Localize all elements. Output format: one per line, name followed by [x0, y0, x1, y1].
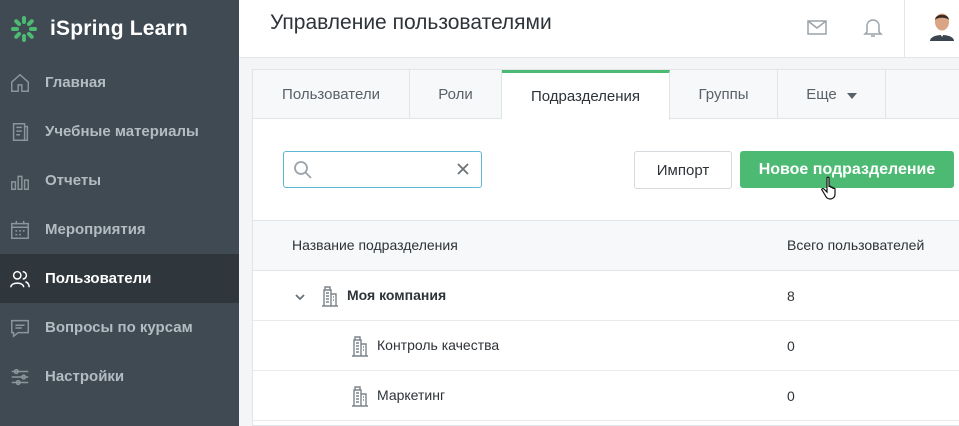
tab-label: Подразделения: [530, 88, 641, 105]
bell-icon[interactable]: [861, 15, 885, 39]
tab-label: Группы: [698, 86, 749, 103]
users-icon: [8, 267, 32, 291]
table-row[interactable]: Моя компания 8: [253, 271, 959, 321]
calendar-icon: [8, 218, 32, 242]
content-area: Пользователи Роли Подразделения Группы Е…: [239, 58, 959, 426]
tab-label: Роли: [438, 86, 473, 103]
bar-chart-icon: [8, 169, 32, 193]
column-header-name: Название подразделения: [292, 237, 458, 253]
avatar[interactable]: [927, 9, 957, 41]
search-box[interactable]: [283, 151, 482, 188]
brand[interactable]: iSpring Learn: [0, 0, 239, 58]
page-title: Управление пользователями: [270, 11, 552, 34]
book-icon: [8, 120, 32, 144]
department-name[interactable]: Контроль качества: [377, 337, 499, 353]
user-count: 8: [787, 288, 795, 304]
tab-departments[interactable]: Подразделения: [502, 70, 670, 120]
tab-groups[interactable]: Группы: [670, 70, 778, 119]
user-count: 0: [787, 388, 795, 404]
sidebar-item-label: Мероприятия: [45, 221, 146, 238]
import-button[interactable]: Импорт: [634, 151, 732, 189]
sidebar-item-settings[interactable]: Настройки: [0, 352, 239, 401]
sidebar-item-label: Пользователи: [45, 270, 152, 287]
user-count: 0: [787, 338, 795, 354]
chat-icon: [8, 316, 32, 340]
chevron-down-icon: [846, 92, 857, 99]
sidebar-item-events[interactable]: Мероприятия: [0, 205, 239, 254]
close-icon[interactable]: [455, 161, 471, 177]
sidebar-item-label: Настройки: [45, 368, 125, 385]
sliders-icon: [8, 365, 32, 389]
sidebar-item-materials[interactable]: Учебные материалы: [0, 107, 239, 156]
sidebar-item-home[interactable]: Главная: [0, 58, 239, 107]
home-icon: [8, 71, 32, 95]
tab-roles[interactable]: Роли: [410, 70, 502, 119]
table-row[interactable]: Маркетинг 0: [253, 371, 959, 421]
department-name[interactable]: Моя компания: [347, 287, 446, 303]
sidebar-nav: Главная Учебные материалы Отчеты Меропри…: [0, 58, 239, 401]
sidebar-item-label: Отчеты: [45, 172, 102, 189]
new-department-button[interactable]: Новое подразделение: [740, 151, 954, 188]
top-bar: Управление пользователями: [239, 0, 959, 58]
chevron-down-icon[interactable]: [294, 290, 306, 302]
search-input[interactable]: [320, 157, 450, 183]
search-icon: [293, 160, 313, 180]
tabs: Пользователи Роли Подразделения Группы Е…: [253, 70, 959, 120]
tab-more[interactable]: Еще: [778, 70, 886, 119]
sidebar-item-label: Главная: [45, 74, 107, 91]
building-icon: [320, 285, 340, 307]
ispring-logo-icon: [11, 16, 37, 42]
tab-users[interactable]: Пользователи: [253, 70, 410, 119]
mail-icon[interactable]: [805, 15, 829, 39]
tab-label: Еще: [806, 86, 837, 103]
department-name[interactable]: Маркетинг: [377, 387, 445, 403]
building-icon: [350, 335, 370, 357]
sidebar: iSpring Learn Главная Учебные материалы …: [0, 0, 239, 426]
sidebar-item-label: Вопросы по курсам: [45, 319, 193, 336]
table-row[interactable]: Контроль качества 0: [253, 321, 959, 371]
sidebar-item-questions[interactable]: Вопросы по курсам: [0, 303, 239, 352]
column-header-total: Всего пользователей: [787, 237, 925, 253]
hand-cursor-icon: [821, 176, 836, 200]
sidebar-item-users[interactable]: Пользователи: [0, 254, 239, 303]
departments-panel: Пользователи Роли Подразделения Группы Е…: [252, 69, 959, 426]
sidebar-item-label: Учебные материалы: [45, 123, 199, 140]
sidebar-item-reports[interactable]: Отчеты: [0, 156, 239, 205]
brand-name: iSpring Learn: [50, 17, 188, 40]
divider: [904, 0, 905, 58]
table-header: Название подразделения Всего пользовател…: [253, 220, 959, 271]
tab-label: Пользователи: [282, 86, 380, 103]
building-icon: [350, 385, 370, 407]
